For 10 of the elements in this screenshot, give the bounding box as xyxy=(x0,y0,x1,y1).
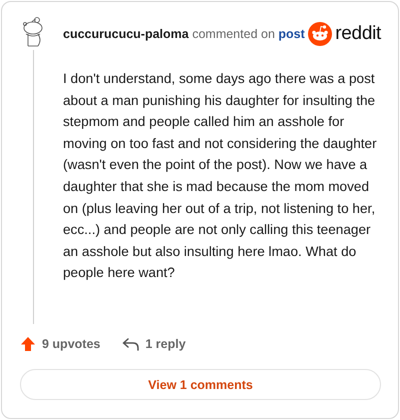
upvote-count: 9 upvotes xyxy=(42,337,100,351)
comment-text: I don't understand, some days ago there was a post about a man punishing his daughter for insulting the stepmom and people called him an asshole for moving on too fast and not considering the daughter (wasn't even the point of the post). Now we have a daughter that she is mad because the mom moved on (plus leaving her out of a trip, not listening to her, ecc...) and people are not only calling this teenager an asshole but also insulting here lmao. What do people here want? xyxy=(63,70,378,282)
reply-icon[interactable] xyxy=(122,337,140,351)
reddit-logo-text: reddit xyxy=(335,23,381,45)
reply-count: 1 reply xyxy=(145,337,186,351)
comment-author: cuccurucucu-paloma commented on post xyxy=(63,27,305,41)
post-link[interactable]: post xyxy=(278,27,305,41)
view-comments-button[interactable]: View 1 comments xyxy=(20,369,381,400)
snoo-icon xyxy=(308,22,332,46)
upvote-icon[interactable] xyxy=(20,336,36,352)
